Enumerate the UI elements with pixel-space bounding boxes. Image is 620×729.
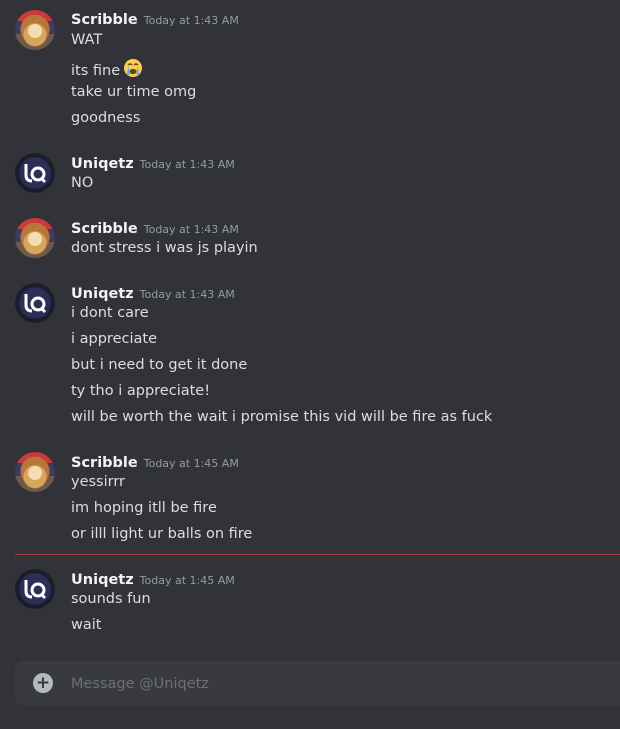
plus-circle-icon[interactable]: + bbox=[33, 673, 53, 693]
message-text: take ur time omg bbox=[71, 84, 197, 100]
uniqetz-logo-icon bbox=[24, 294, 47, 314]
message-text: NO bbox=[71, 175, 94, 191]
new-messages-divider bbox=[15, 554, 620, 555]
timestamp[interactable]: Today at 1:45 AM bbox=[144, 457, 239, 470]
timestamp[interactable]: Today at 1:45 AM bbox=[140, 574, 235, 587]
message-text: goodness bbox=[71, 110, 141, 126]
message-text: i appreciate bbox=[71, 331, 157, 347]
username[interactable]: Scribble bbox=[71, 12, 138, 28]
message-text: dont stress i was js playin bbox=[71, 240, 258, 256]
message-text: will be worth the wait i promise this vi… bbox=[71, 409, 493, 425]
loudly-crying-face-emoji[interactable] bbox=[123, 58, 143, 82]
avatar[interactable] bbox=[15, 218, 55, 258]
message-text: im hoping itll be fire bbox=[71, 500, 217, 516]
message-text: ty tho i appreciate! bbox=[71, 383, 211, 399]
username[interactable]: Scribble bbox=[71, 455, 138, 471]
avatar[interactable] bbox=[15, 283, 55, 323]
timestamp[interactable]: Today at 1:43 AM bbox=[140, 158, 235, 171]
username[interactable]: Uniqetz bbox=[71, 286, 134, 302]
avatar[interactable] bbox=[15, 569, 55, 609]
message-input[interactable] bbox=[69, 671, 593, 697]
message-text: WAT bbox=[71, 32, 103, 48]
uniqetz-logo-icon bbox=[24, 580, 47, 600]
username[interactable]: Uniqetz bbox=[71, 156, 134, 172]
message-text: wait bbox=[71, 617, 102, 633]
avatar[interactable] bbox=[15, 10, 55, 50]
message-text: i dont care bbox=[71, 305, 149, 321]
message-text: but i need to get it done bbox=[71, 357, 248, 373]
message-text: its fine bbox=[71, 63, 121, 79]
username[interactable]: Scribble bbox=[71, 221, 138, 237]
timestamp[interactable]: Today at 1:43 AM bbox=[140, 288, 235, 301]
username[interactable]: Uniqetz bbox=[71, 572, 134, 588]
avatar[interactable] bbox=[15, 153, 55, 193]
message-line-with-emoji: its fine bbox=[71, 58, 143, 82]
uniqetz-logo-icon bbox=[24, 164, 47, 184]
message-text: yessirrr bbox=[71, 474, 126, 490]
message-composer: + bbox=[15, 661, 620, 705]
message-text: or illl light ur balls on fire bbox=[71, 526, 253, 542]
timestamp[interactable]: Today at 1:43 AM bbox=[144, 223, 239, 236]
timestamp[interactable]: Today at 1:43 AM bbox=[144, 14, 239, 27]
message-text: sounds fun bbox=[71, 591, 151, 607]
avatar[interactable] bbox=[15, 452, 55, 492]
